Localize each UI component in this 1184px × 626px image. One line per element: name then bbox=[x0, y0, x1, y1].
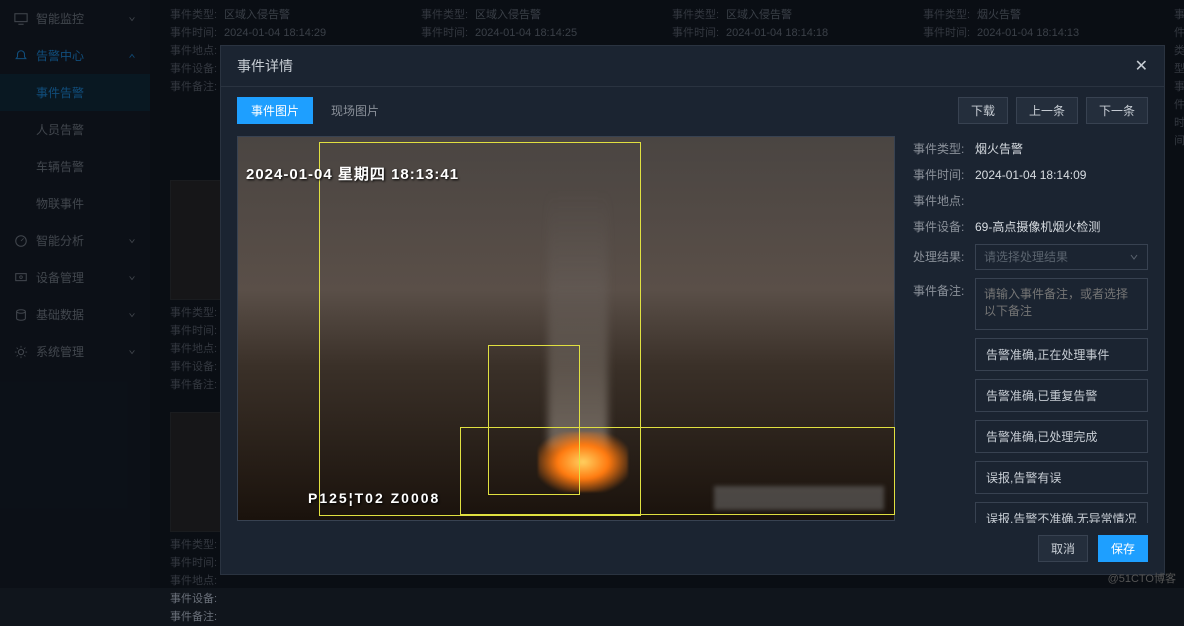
select-placeholder: 请选择处理结果 bbox=[984, 244, 1129, 270]
info-value: 烟火告警 bbox=[975, 136, 1148, 162]
chevron-down-icon bbox=[1129, 252, 1139, 262]
info-label: 事件设备: bbox=[913, 214, 975, 240]
info-value bbox=[975, 188, 1148, 214]
quick-remark-option[interactable]: 告警准确,已处理完成 bbox=[975, 420, 1148, 453]
info-value: 2024-01-04 18:14:09 bbox=[975, 162, 1148, 188]
event-image-viewer[interactable]: 2024-01-04 星期四 18:13:41 P125¦T02 Z0008 bbox=[237, 136, 895, 521]
info-label: 事件备注: bbox=[913, 278, 975, 304]
event-detail-modal: 事件详情 ✕ 事件图片 现场图片 下载 上一条 下一条 2024-01-04 星… bbox=[220, 45, 1165, 575]
result-select[interactable]: 请选择处理结果 bbox=[975, 244, 1148, 270]
detail-info-pane: 事件类型:烟火告警 事件时间:2024-01-04 18:14:09 事件地点:… bbox=[895, 136, 1148, 523]
tab-event-image[interactable]: 事件图片 bbox=[237, 97, 313, 124]
prev-button[interactable]: 上一条 bbox=[1016, 97, 1078, 124]
watermark: @51CTO博客 bbox=[1108, 570, 1176, 586]
info-label: 事件类型: bbox=[913, 136, 975, 162]
download-button[interactable]: 下载 bbox=[958, 97, 1008, 124]
close-icon[interactable]: ✕ bbox=[1135, 56, 1148, 76]
quick-remark-option[interactable]: 告警准确,正在处理事件 bbox=[975, 338, 1148, 371]
tab-scene-image[interactable]: 现场图片 bbox=[317, 97, 393, 124]
quick-remark-option[interactable]: 误报,告警有误 bbox=[975, 461, 1148, 494]
modal-header: 事件详情 ✕ bbox=[221, 46, 1164, 87]
quick-remark-option[interactable]: 告警准确,已重复告警 bbox=[975, 379, 1148, 412]
info-label: 事件时间: bbox=[913, 162, 975, 188]
osd-blurred bbox=[714, 486, 884, 510]
modal-footer: 取消 保存 bbox=[221, 523, 1164, 574]
next-button[interactable]: 下一条 bbox=[1086, 97, 1148, 124]
cancel-button[interactable]: 取消 bbox=[1038, 535, 1088, 562]
modal-toolbar: 事件图片 现场图片 下载 上一条 下一条 bbox=[221, 87, 1164, 124]
quick-remark-option[interactable]: 误报,告警不准确,无异常情况 bbox=[975, 502, 1148, 523]
modal-title: 事件详情 bbox=[237, 56, 1135, 76]
info-label: 事件地点: bbox=[913, 188, 975, 214]
save-button[interactable]: 保存 bbox=[1098, 535, 1148, 562]
osd-ptz: P125¦T02 Z0008 bbox=[308, 490, 440, 506]
info-label: 处理结果: bbox=[913, 244, 975, 270]
info-value: 69-高点摄像机烟火检测 bbox=[975, 214, 1148, 240]
remark-textarea[interactable] bbox=[975, 278, 1148, 330]
osd-timestamp: 2024-01-04 星期四 18:13:41 bbox=[246, 163, 459, 184]
